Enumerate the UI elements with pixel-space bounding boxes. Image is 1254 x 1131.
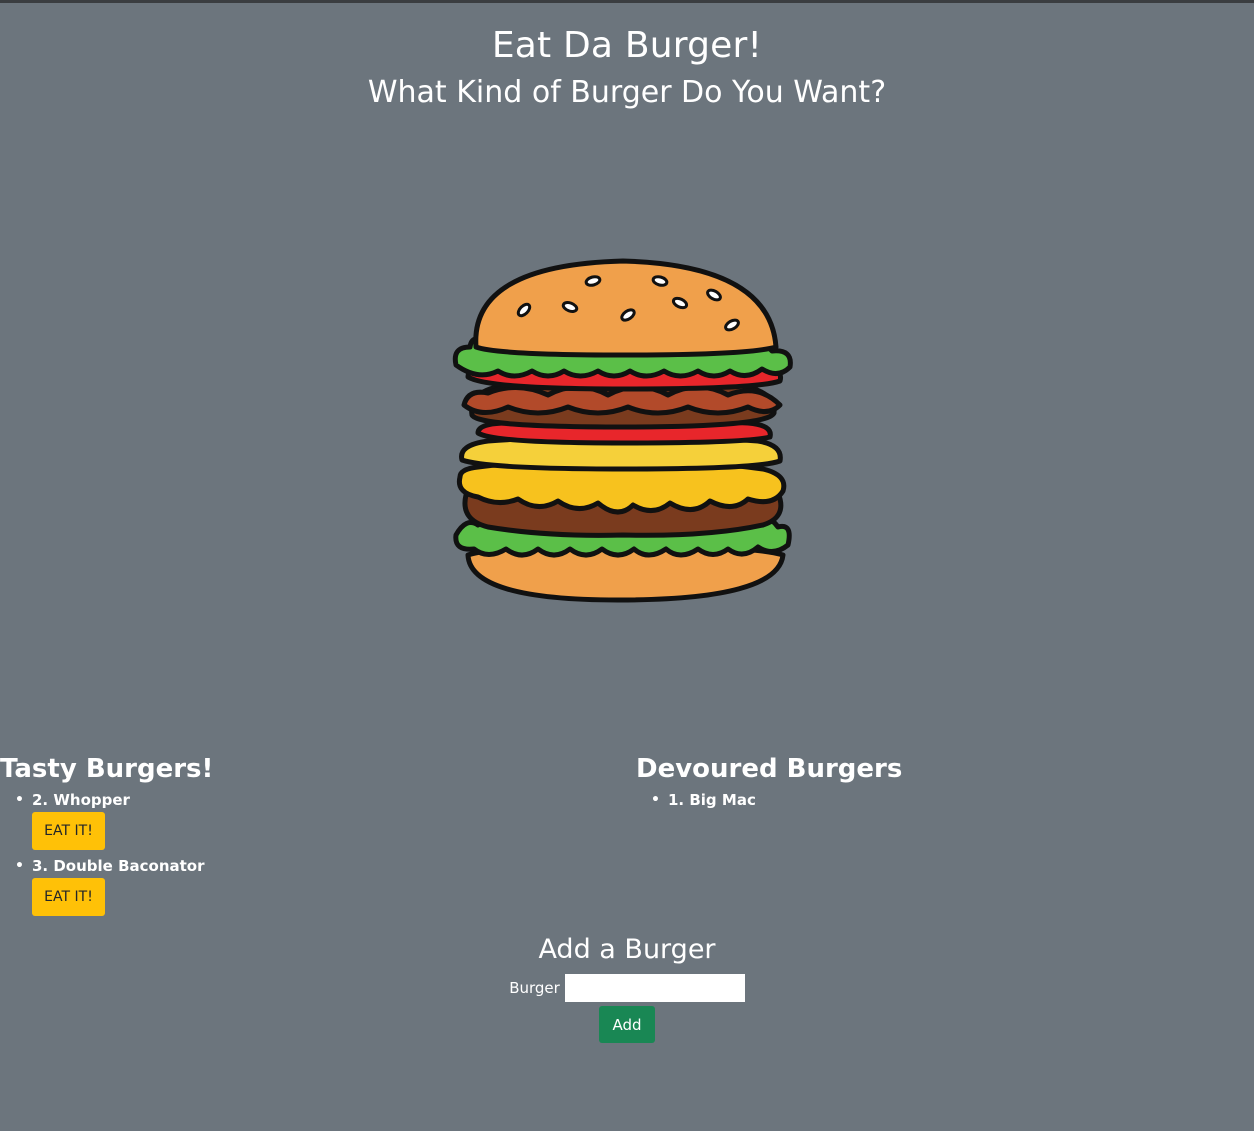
page-header: Eat Da Burger! What Kind of Burger Do Yo… (0, 24, 1254, 112)
tasty-burgers-heading: Tasty Burgers! (0, 754, 214, 784)
burger-name: 1. Big Mac (668, 791, 756, 809)
form-row: Burger (0, 974, 1254, 1002)
page-subtitle: What Kind of Burger Do You Want? (367, 75, 887, 110)
bullet-icon: • (15, 858, 24, 874)
add-burger-heading: Add a Burger (538, 934, 716, 965)
tasty-burgers-section: Tasty Burgers! • 2. Whopper EAT IT! • 3.… (0, 752, 600, 922)
burger-name: 3. Double Baconator (32, 857, 205, 875)
page-title: Eat Da Burger! (491, 25, 763, 66)
burger-input[interactable] (564, 974, 745, 1002)
eat-it-button[interactable]: EAT IT! (32, 878, 105, 916)
list-item: • 3. Double Baconator EAT IT! (15, 856, 600, 916)
eat-it-button[interactable]: EAT IT! (32, 812, 105, 850)
bullet-icon: • (15, 792, 24, 808)
add-button[interactable]: Add (599, 1006, 655, 1043)
devoured-burgers-list: • 1. Big Mac (636, 790, 1236, 810)
window-top-border (0, 0, 1254, 3)
burger-illustration-icon (452, 258, 793, 603)
list-item: • 2. Whopper EAT IT! (15, 790, 600, 850)
burger-name: 2. Whopper (32, 791, 130, 809)
burger-label: Burger (509, 979, 560, 997)
list-item: • 1. Big Mac (651, 790, 1236, 810)
bullet-icon: • (651, 792, 660, 808)
tasty-burgers-list: • 2. Whopper EAT IT! • 3. Double Baconat… (0, 790, 600, 916)
devoured-burgers-heading: Devoured Burgers (636, 754, 903, 784)
add-burger-form: Add a Burger Burger Add (0, 932, 1254, 1043)
devoured-burgers-section: Devoured Burgers • 1. Big Mac (636, 752, 1236, 810)
